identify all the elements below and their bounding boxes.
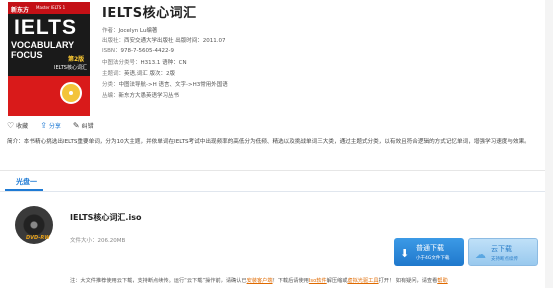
favorite-button[interactable]: ♡ 收藏 <box>7 121 28 130</box>
share-button[interactable]: ⇪ 分享 <box>40 121 61 130</box>
install-client-link[interactable]: 安装客户端 <box>247 278 273 284</box>
tab-active-indicator <box>5 189 43 191</box>
cover-series: Master IELTS 1 <box>36 5 66 10</box>
book-cover: 新东方 Master IELTS 1 IELTS VOCABULARY FOCU… <box>8 2 90 116</box>
edit-icon: ✎ <box>72 120 80 130</box>
meta-subject: 主题词：英语,词汇 版次：2版 <box>102 71 176 77</box>
heart-icon: ♡ <box>7 120 15 130</box>
tab-baseline <box>0 191 553 192</box>
meta-publisher: 出版社：西安交通大学出版社 出版时间：2011.07 <box>102 38 226 44</box>
cover-publisher-mark: 新东方 <box>11 7 30 14</box>
cover-edition: 第2版 <box>68 56 85 63</box>
help-link[interactable]: 帮助 <box>437 278 447 284</box>
virtual-drive-link[interactable]: 虚拟光驱工具 <box>347 278 378 284</box>
cover-cd-icon <box>60 82 82 104</box>
meta-series: 丛编：新东方大愚英语学习丛书 <box>102 93 180 99</box>
cover-subtitle: VOCABULARY FOCUS <box>11 40 75 60</box>
meta-classification: 中图法分类号：H313.1 语种：CN <box>102 60 187 66</box>
action-bar: ♡ 收藏 ⇪ 分享 ✎ 纠错 <box>7 121 94 130</box>
divider <box>0 170 553 171</box>
tab-disc-1[interactable]: 光盘一 <box>16 177 37 187</box>
dvd-label: DVD-RW <box>26 235 50 241</box>
cover-cn-title: IELTS核心词汇 <box>54 65 87 71</box>
cloud-icon: ☁ <box>475 248 486 261</box>
share-icon: ⇪ <box>40 120 47 130</box>
book-title: IELTS核心词汇 <box>102 6 197 21</box>
normal-download-button[interactable]: ⬇ 普通下载 小于4G文件下载 <box>394 238 464 266</box>
meta-isbn: ISBN：978-7-5605-4422-9 <box>102 48 174 54</box>
scrollbar[interactable] <box>545 0 553 288</box>
meta-category: 分类：中图法导航->H 语言、文字->H3常用外国语 <box>102 82 228 88</box>
cover-brand: IELTS <box>14 16 77 39</box>
download-note: 注：大文件推荐使用云下载，支持断点续传。运行“云下载”操作前，请确认已安装客户端… <box>70 278 448 284</box>
file-name: IELTS核心词汇.iso <box>70 213 142 222</box>
file-size: 文件大小：206.20MB <box>70 238 126 244</box>
book-description: 简介：本书精心挑选出IELTS重要单词，分为10大主题，并依单词在IELTS考试… <box>7 139 530 145</box>
download-icon: ⬇ <box>400 247 410 260</box>
iso-software-link[interactable]: Iso软件 <box>309 278 327 284</box>
cloud-download-button[interactable]: ☁ 云下载 支持断点续传 <box>468 238 538 266</box>
report-error-button[interactable]: ✎ 纠错 <box>73 121 94 130</box>
meta-author: 作者：Jocelyn Lu编著 <box>102 28 158 34</box>
